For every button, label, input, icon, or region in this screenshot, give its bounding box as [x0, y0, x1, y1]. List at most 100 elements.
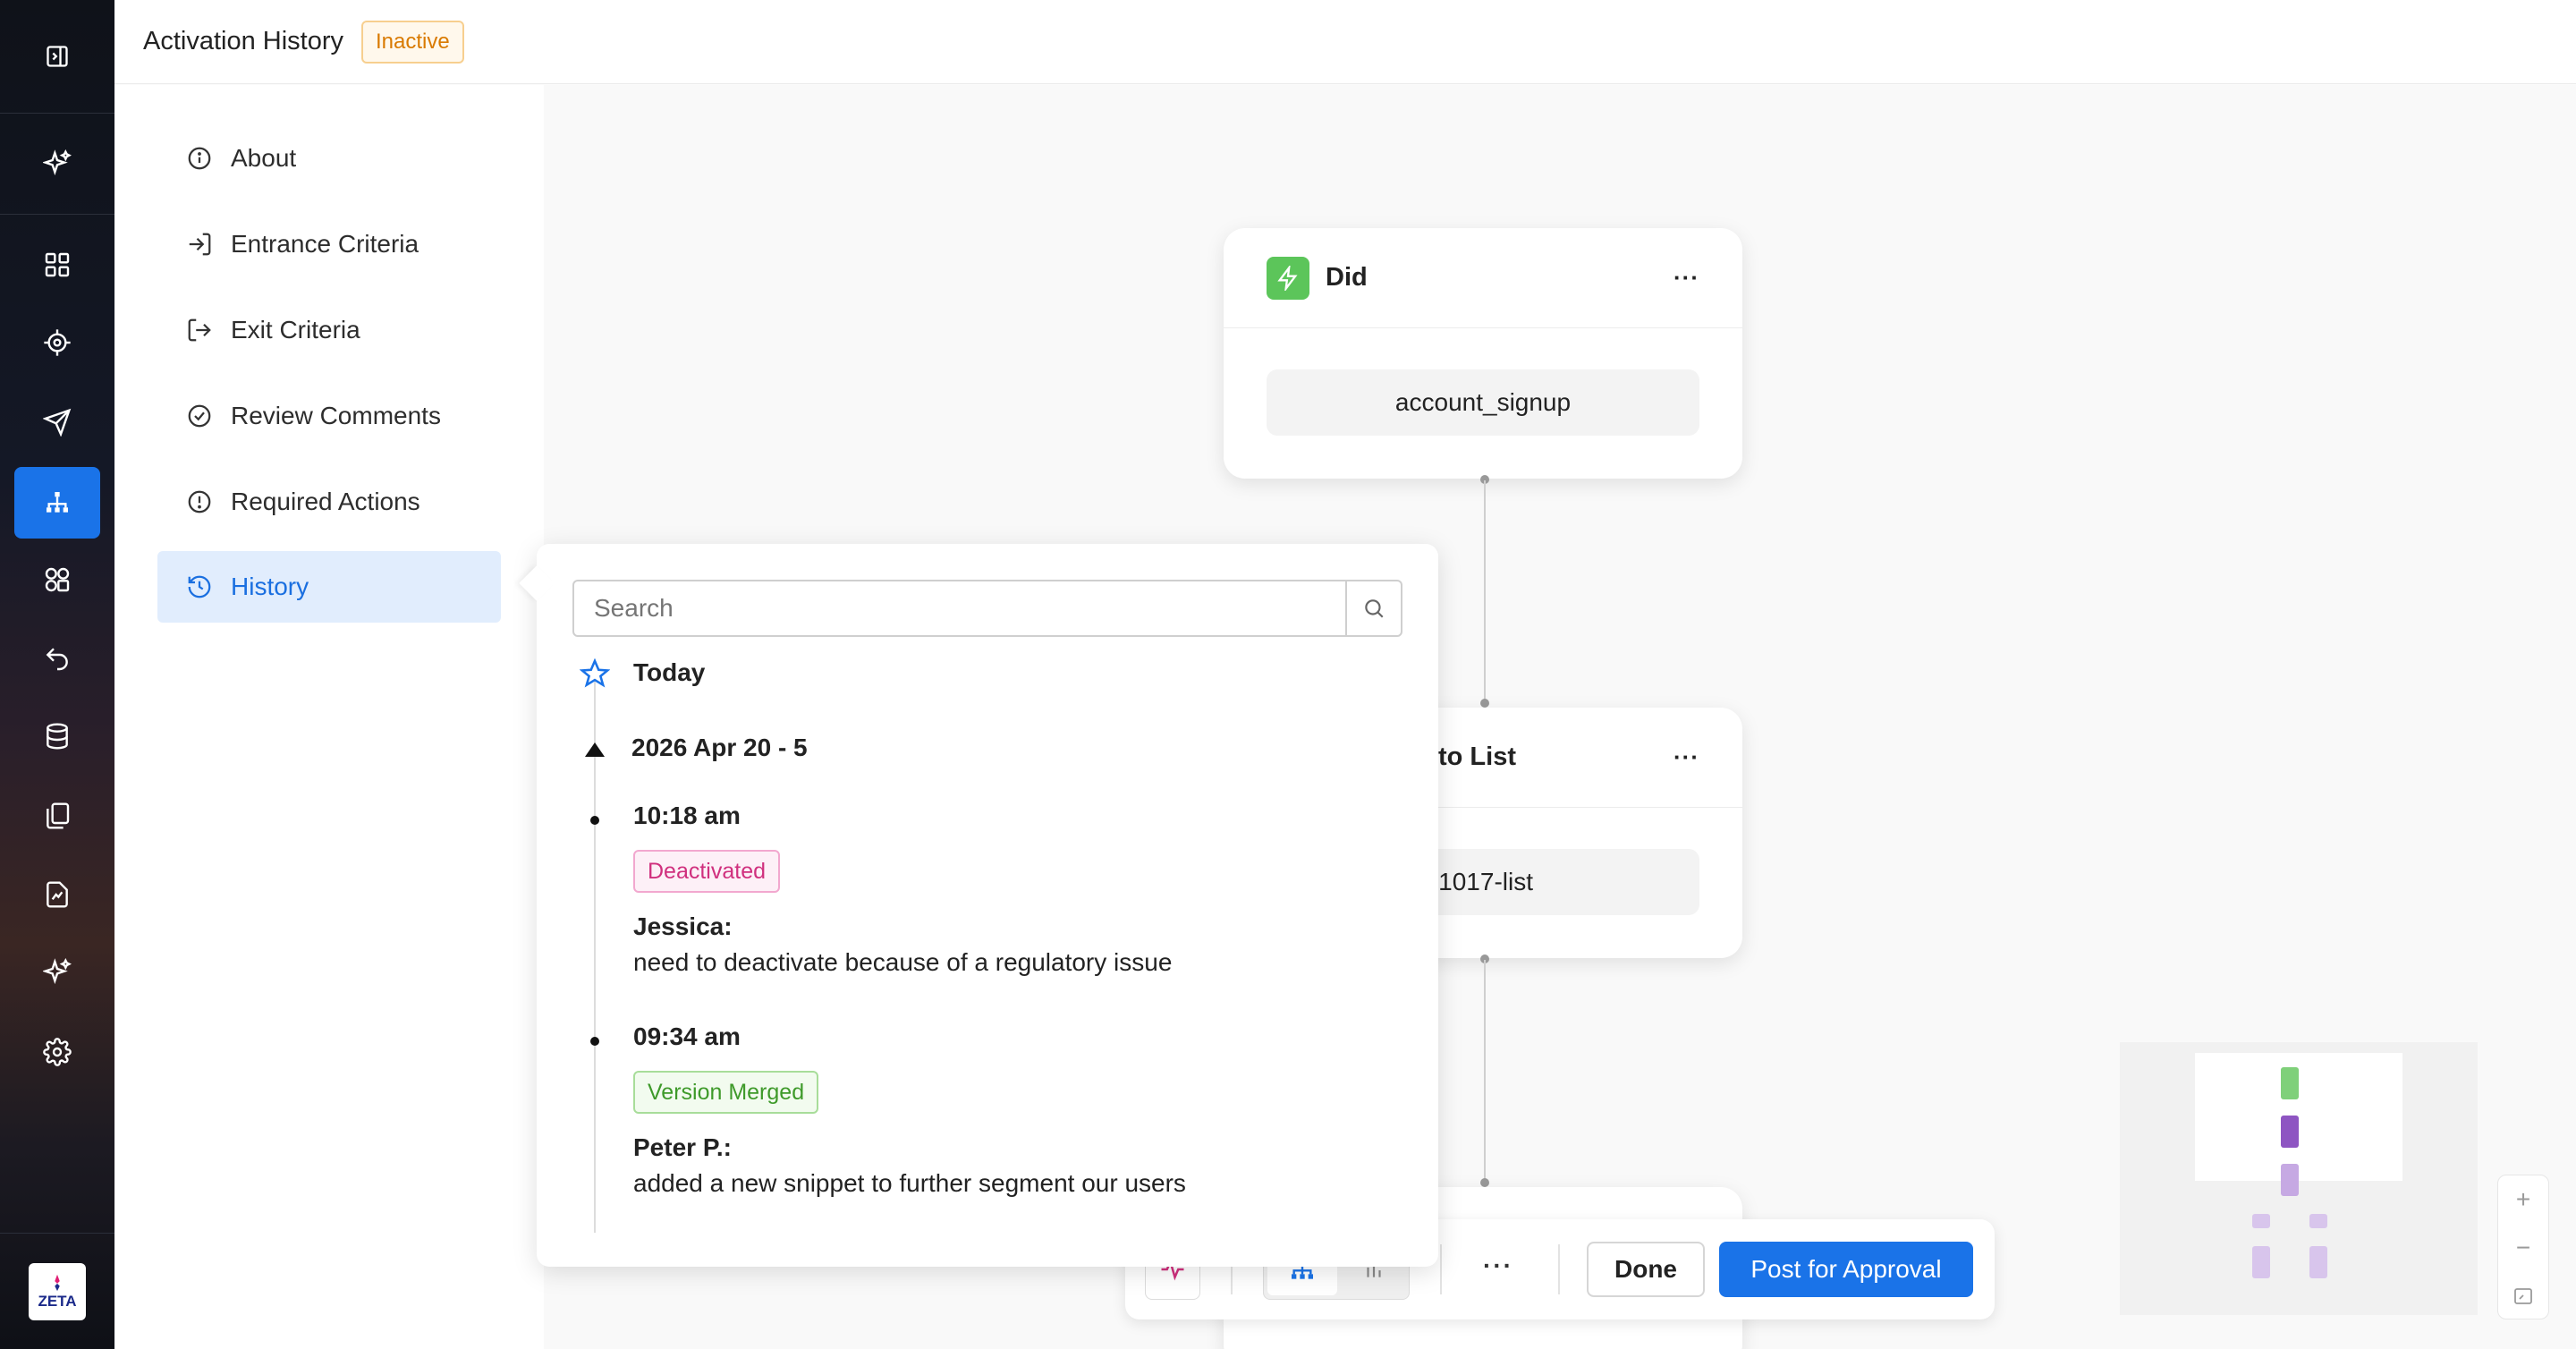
rail-send[interactable]	[14, 386, 100, 458]
zeta-logo-text: ZETA	[38, 1293, 77, 1310]
rail-top	[0, 0, 114, 114]
settings-icon	[43, 1038, 72, 1066]
nav-item-review-comments[interactable]: Review Comments	[157, 380, 501, 452]
node-more-icon[interactable]: ···	[1674, 264, 1699, 292]
timeline-bullet	[590, 1037, 599, 1046]
info-icon	[188, 147, 211, 170]
details-nav: About Entrance Criteria Exit Criteria Re…	[114, 85, 544, 1349]
alert-circle-icon	[188, 490, 211, 513]
toolbar-divider	[1440, 1244, 1442, 1294]
collapse-triangle-icon[interactable]	[583, 741, 606, 759]
history-popover: Today 2026 Apr 20 - 5 10:18 am Deactivat…	[519, 544, 1438, 1267]
minimap-node	[2252, 1246, 2270, 1278]
sparkle-icon[interactable]	[43, 149, 72, 178]
entry-time: 10:18 am	[633, 802, 741, 829]
zeta-logo[interactable]: ZETA	[29, 1263, 86, 1320]
node-did-value: account_signup	[1267, 369, 1699, 436]
ai-icon	[43, 958, 72, 985]
version-merged-tag: Version Merged	[633, 1071, 819, 1114]
send-icon	[43, 408, 72, 437]
star-icon	[580, 658, 610, 688]
minimap-node	[2281, 1164, 2299, 1196]
status-badge: Inactive	[361, 20, 464, 64]
rail-content[interactable]	[14, 780, 100, 852]
reports-icon	[47, 881, 68, 908]
rail-settings[interactable]	[14, 1016, 100, 1088]
nav-item-about[interactable]: About	[157, 123, 501, 194]
rail-dashboard[interactable]	[14, 229, 100, 301]
done-button[interactable]: Done	[1587, 1242, 1705, 1297]
content-icon	[47, 802, 70, 829]
lightning-icon	[1267, 256, 1309, 300]
database-icon	[47, 723, 68, 750]
rail-reports[interactable]	[14, 859, 100, 930]
nav-label-exit: Exit Criteria	[231, 316, 360, 344]
post-for-approval-button[interactable]: Post for Approval	[1719, 1242, 1973, 1297]
rail-sparkle	[0, 114, 114, 215]
journey-icon	[47, 492, 68, 513]
nav-item-entrance-criteria[interactable]: Entrance Criteria	[157, 208, 501, 280]
rail-target[interactable]	[14, 307, 100, 378]
nav-label-review: Review Comments	[231, 402, 441, 429]
nav-label-history: History	[231, 573, 309, 600]
rail-database[interactable]	[14, 700, 100, 772]
check-circle-icon	[188, 404, 211, 428]
timeline-bullet	[590, 816, 599, 825]
toolbar-divider	[1558, 1244, 1560, 1294]
rail-ai[interactable]	[14, 937, 100, 1008]
minimap-node	[2309, 1214, 2327, 1228]
rail-divider	[0, 1233, 114, 1234]
minimap[interactable]	[2120, 1042, 2478, 1315]
nav-label-entrance: Entrance Criteria	[231, 230, 419, 258]
enter-icon	[189, 233, 211, 256]
connector-line	[1484, 960, 1486, 1182]
minimap-node	[2281, 1067, 2299, 1099]
entry-comment: need to deactivate because of a regulato…	[633, 948, 1173, 976]
rail-recall[interactable]	[14, 623, 100, 694]
deactivated-tag: Deactivated	[633, 850, 781, 893]
today-label: Today	[633, 658, 706, 686]
zoom-in-button[interactable]: +	[2498, 1175, 2548, 1224]
node-did-header: Did ···	[1224, 228, 1742, 328]
date-group-label[interactable]: 2026 Apr 20 - 5	[631, 734, 808, 762]
more-options-button[interactable]: ···	[1483, 1251, 1513, 1280]
node-list-title: to List	[1438, 742, 1516, 771]
target-icon	[44, 329, 71, 356]
dashboard-icon	[45, 252, 70, 277]
connector-line	[1484, 480, 1486, 702]
entry-author: Jessica:	[633, 912, 733, 940]
zoom-controls: + −	[2497, 1175, 2549, 1319]
connector-dot	[1480, 1178, 1489, 1187]
exit-icon	[188, 318, 211, 342]
page-header: Activation History Inactive	[114, 0, 2576, 84]
recall-icon	[46, 648, 68, 671]
entry-time: 09:34 am	[633, 1022, 741, 1050]
search-icon	[1365, 599, 1384, 618]
entry-comment: added a new snippet to further segment o…	[633, 1169, 1186, 1197]
history-icon	[188, 575, 211, 598]
search-input[interactable]	[574, 581, 1345, 635]
zeta-mark-icon	[55, 1274, 60, 1292]
zoom-out-button[interactable]: −	[2498, 1224, 2548, 1272]
node-more-icon[interactable]: ···	[1674, 743, 1699, 771]
rail-journey[interactable]	[14, 467, 100, 539]
search-button[interactable]	[1345, 581, 1401, 635]
nav-item-exit-criteria[interactable]: Exit Criteria	[157, 294, 501, 366]
segments-icon	[45, 567, 70, 592]
minimap-node	[2252, 1214, 2270, 1228]
node-did[interactable]: Did ··· account_signup	[1224, 228, 1742, 479]
nav-item-required-actions[interactable]: Required Actions	[157, 466, 501, 538]
history-search	[572, 580, 1402, 637]
nav-item-history[interactable]: History	[157, 551, 501, 623]
nav-label-required: Required Actions	[231, 488, 420, 515]
fit-view-button[interactable]	[2498, 1272, 2548, 1320]
rail-segments[interactable]	[14, 544, 100, 615]
collapse-icon[interactable]	[45, 44, 70, 69]
fit-view-icon	[2514, 1288, 2532, 1304]
minimap-viewport	[2195, 1053, 2402, 1181]
node-did-title: Did	[1326, 263, 1368, 292]
nav-label-about: About	[231, 144, 297, 172]
page-title: Activation History	[143, 27, 344, 55]
connector-dot	[1480, 699, 1489, 708]
entry-author: Peter P.:	[633, 1133, 732, 1161]
